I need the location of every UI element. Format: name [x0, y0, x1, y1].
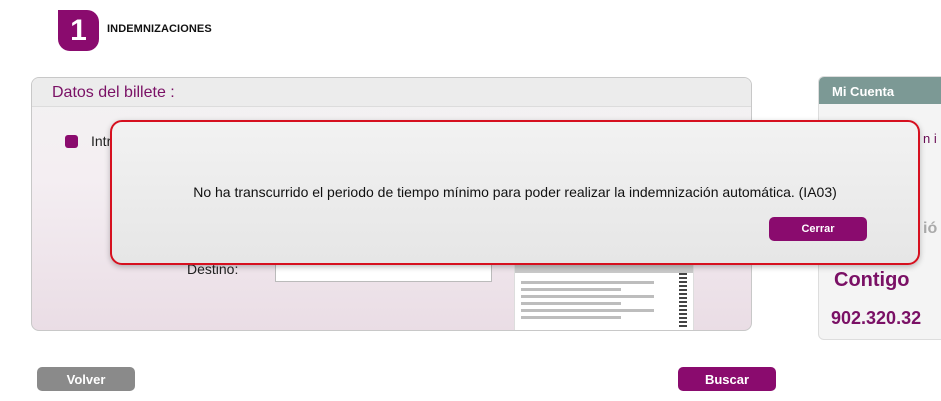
step-number: 1 — [70, 13, 87, 47]
checkbox[interactable] — [65, 135, 78, 148]
page-title: INDEMNIZACIONES — [107, 23, 212, 35]
error-message: No ha transcurrido el periodo de tiempo … — [193, 184, 837, 200]
side-text-fragment: ió — [923, 220, 938, 237]
checkbox-label: Intr — [91, 133, 112, 149]
search-button[interactable]: Buscar — [678, 367, 776, 391]
close-button[interactable]: Cerrar — [769, 217, 867, 241]
error-dialog: No ha transcurrido el periodo de tiempo … — [110, 120, 920, 265]
contigo-title: Contigo — [834, 269, 910, 291]
phone-number: 902.320.32 — [831, 308, 922, 328]
panel-title: Datos del billete : — [52, 84, 175, 101]
ticket-image — [514, 258, 694, 330]
my-account-header[interactable]: Mi Cuenta — [819, 77, 941, 104]
side-link-fragment[interactable]: n i — [923, 131, 937, 146]
step-badge: 1 — [58, 10, 99, 51]
barcode-icon — [679, 273, 687, 329]
back-button[interactable]: Volver — [37, 367, 135, 391]
